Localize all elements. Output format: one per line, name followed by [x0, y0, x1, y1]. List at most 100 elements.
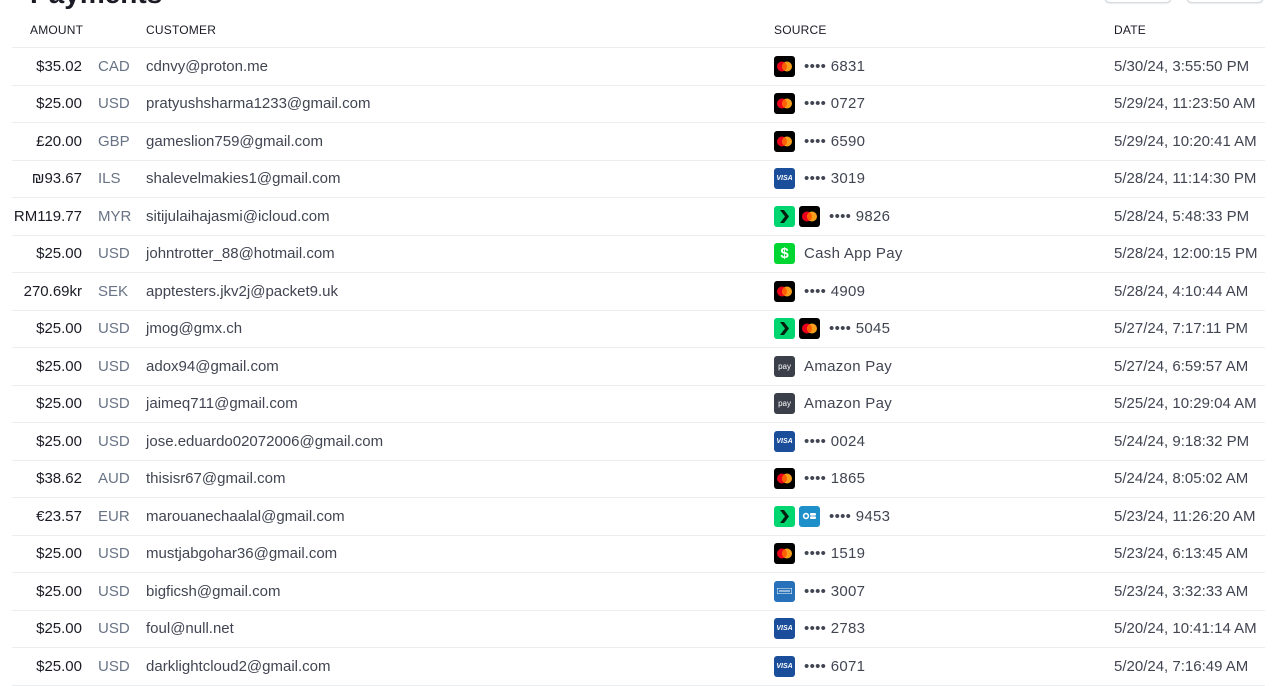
payment-source-label: •••• 1865	[804, 470, 866, 488]
customer-email[interactable]: foul@null.net	[146, 610, 775, 648]
customer-email[interactable]: marouanechaalal@gmail.com	[146, 497, 775, 536]
payment-source-label: •••• 3007	[804, 582, 866, 600]
payment-source: VISA •••• 0024	[774, 430, 1114, 452]
customer-email[interactable]: jmog@gmx.ch	[146, 310, 775, 348]
payment-source-cell: •••• 1519	[774, 535, 1115, 573]
payment-currency: USD	[88, 535, 147, 573]
payment-source-label: •••• 9453	[829, 507, 891, 525]
payment-amount: $25.00	[12, 572, 88, 611]
table-row[interactable]: $25.00 USD jose.eduardo02072006@gmail.com V…	[12, 422, 1266, 461]
payment-source: $ Cash App Pay	[774, 243, 1114, 265]
toolbar-button[interactable]	[1104, 0, 1172, 3]
payment-currency: USD	[88, 572, 147, 611]
payment-amount: €23.57	[12, 497, 88, 536]
customer-email[interactable]: bigficsh@gmail.com	[146, 572, 775, 611]
payment-date: 5/24/24, 8:05:02 AM	[1114, 460, 1266, 498]
payment-currency: MYR	[88, 197, 147, 236]
table-row[interactable]: $25.00 USD bigficsh@gmail.com •••• 3007 5/23…	[12, 572, 1266, 611]
table-row[interactable]: $25.00 USD pratyushsharma1233@gmail.com •••…	[12, 85, 1266, 123]
customer-email[interactable]: shalevelmakies1@gmail.com	[146, 160, 775, 198]
mastercard-icon	[774, 55, 796, 77]
payment-source: •••• 1865	[774, 468, 1114, 490]
payment-amount: $35.02	[12, 47, 88, 86]
payment-source-label: •••• 6590	[804, 132, 866, 150]
customer-email[interactable]: jaimeq711@gmail.com	[146, 385, 775, 423]
table-row[interactable]: $35.02 CAD cdnvy@proton.me •••• 6831 5/30/24…	[12, 47, 1266, 86]
payment-date: 5/20/24, 10:41:14 AM	[1114, 610, 1266, 648]
payment-currency: SEK	[88, 272, 147, 311]
payment-date: 5/23/24, 3:32:33 AM	[1114, 572, 1266, 611]
payment-source-label: •••• 0024	[804, 432, 866, 450]
column-header-date[interactable]: DATE	[1114, 12, 1266, 48]
payment-date: 5/28/24, 12:00:15 PM	[1114, 235, 1266, 273]
table-row[interactable]: $25.00 USD mustjabgohar36@gmail.com •••• 15…	[12, 535, 1266, 573]
customer-email[interactable]: jose.eduardo02072006@gmail.com	[146, 422, 775, 461]
payment-amount: $25.00	[12, 647, 88, 686]
column-header-amount[interactable]: AMOUNT	[12, 12, 147, 48]
table-row[interactable]: €23.57 EUR marouanechaalal@gmail.com •••• 9…	[12, 497, 1266, 536]
table-row[interactable]: $38.62 AUD thisisr67@gmail.com •••• 1865 5/2…	[12, 460, 1266, 498]
payment-currency: USD	[88, 85, 147, 123]
payment-amount: $25.00	[12, 535, 88, 573]
amazon-pay-icon: pay	[774, 393, 796, 415]
payment-amount: $25.00	[12, 235, 88, 273]
customer-email[interactable]: adox94@gmail.com	[146, 347, 775, 386]
amazon-pay-icon: pay	[774, 355, 796, 377]
payment-date: 5/30/24, 3:55:50 PM	[1114, 47, 1266, 86]
table-row[interactable]: £20.00 GBP gameslion759@gmail.com •••• 6590…	[12, 122, 1266, 161]
payment-source-cell: $ Cash App Pay	[774, 235, 1115, 273]
mastercard-icon	[774, 93, 796, 115]
column-header-source[interactable]: SOURCE	[774, 12, 1115, 48]
mastercard-icon	[774, 468, 796, 490]
payment-date: 5/20/24, 7:16:49 AM	[1114, 647, 1266, 686]
payment-source: •••• 1519	[774, 543, 1114, 565]
customer-email[interactable]: pratyushsharma1233@gmail.com	[146, 85, 775, 123]
payment-currency: ILS	[88, 160, 147, 198]
payment-date: 5/23/24, 11:26:20 AM	[1114, 497, 1266, 536]
customer-email[interactable]: apptesters.jkv2j@packet9.uk	[146, 272, 775, 311]
payment-amount: $25.00	[12, 347, 88, 386]
customer-email[interactable]: johntrotter_88@hotmail.com	[146, 235, 775, 273]
payment-source-label: •••• 4909	[804, 282, 866, 300]
payment-source-cell: •••• 5045	[774, 310, 1115, 348]
table-row[interactable]: $25.00 USD johntrotter_88@hotmail.com $ Cash…	[12, 235, 1266, 273]
customer-email[interactable]: sitijulaihajasmi@icloud.com	[146, 197, 775, 236]
payment-currency: USD	[88, 610, 147, 648]
customer-email[interactable]: darklightcloud2@gmail.com	[146, 647, 775, 686]
payment-currency: USD	[88, 235, 147, 273]
payment-source: •••• 3007	[774, 580, 1114, 602]
payment-source: •••• 4909	[774, 280, 1114, 302]
payment-source-cell: VISA •••• 3019	[774, 160, 1115, 198]
customer-email[interactable]: mustjabgohar36@gmail.com	[146, 535, 775, 573]
cash-app-icon: $	[774, 243, 796, 265]
table-row[interactable]: $25.00 USD adox94@gmail.com pay Amazon Pay 5/…	[12, 347, 1266, 386]
payment-source-cell: •••• 3007	[774, 572, 1115, 611]
table-row[interactable]: $25.00 USD jaimeq711@gmail.com pay Amazon Pa…	[12, 385, 1266, 423]
payment-date: 5/29/24, 10:20:41 AM	[1114, 122, 1266, 161]
payment-amount: $25.00	[12, 85, 88, 123]
customer-email[interactable]: gameslion759@gmail.com	[146, 122, 775, 161]
table-row[interactable]: ₪93.67 ILS shalevelmakies1@gmail.com VISA ••…	[12, 160, 1266, 198]
visa-icon: VISA	[774, 168, 796, 190]
table-row[interactable]: $25.00 USD jmog@gmx.ch •••• 5045 5/27/24, 7:…	[12, 310, 1266, 348]
table-row[interactable]: $25.00 USD darklightcloud2@gmail.com VISA ••…	[12, 647, 1266, 686]
payment-date: 5/29/24, 11:23:50 AM	[1114, 85, 1266, 123]
column-header-customer[interactable]: CUSTOMER	[146, 12, 775, 48]
payment-source-label: •••• 1519	[804, 545, 866, 563]
payment-source-label: •••• 9826	[829, 207, 891, 225]
payment-source-cell: •••• 9826	[774, 197, 1115, 236]
table-header-row: AMOUNT CUSTOMER SOURCE DATE	[12, 12, 1266, 48]
payment-source-label: •••• 3019	[804, 170, 866, 188]
table-row[interactable]: $25.00 USD foul@null.net VISA •••• 2783 5/20/…	[12, 610, 1266, 648]
toolbar-button[interactable]	[1186, 0, 1264, 3]
link-icon	[774, 318, 796, 340]
payment-source-cell: •••• 1865	[774, 460, 1115, 498]
table-row[interactable]: RM119.77 MYR sitijulaihajasmi@icloud.com ••…	[12, 197, 1266, 236]
payment-amount: $25.00	[12, 422, 88, 461]
payment-currency: USD	[88, 422, 147, 461]
customer-email[interactable]: cdnvy@proton.me	[146, 47, 775, 86]
payment-source-label: •••• 6071	[804, 657, 866, 675]
customer-email[interactable]: thisisr67@gmail.com	[146, 460, 775, 498]
payment-source: •••• 5045	[774, 318, 1114, 340]
table-row[interactable]: 270.69kr SEK apptesters.jkv2j@packet9.uk ••…	[12, 272, 1266, 311]
